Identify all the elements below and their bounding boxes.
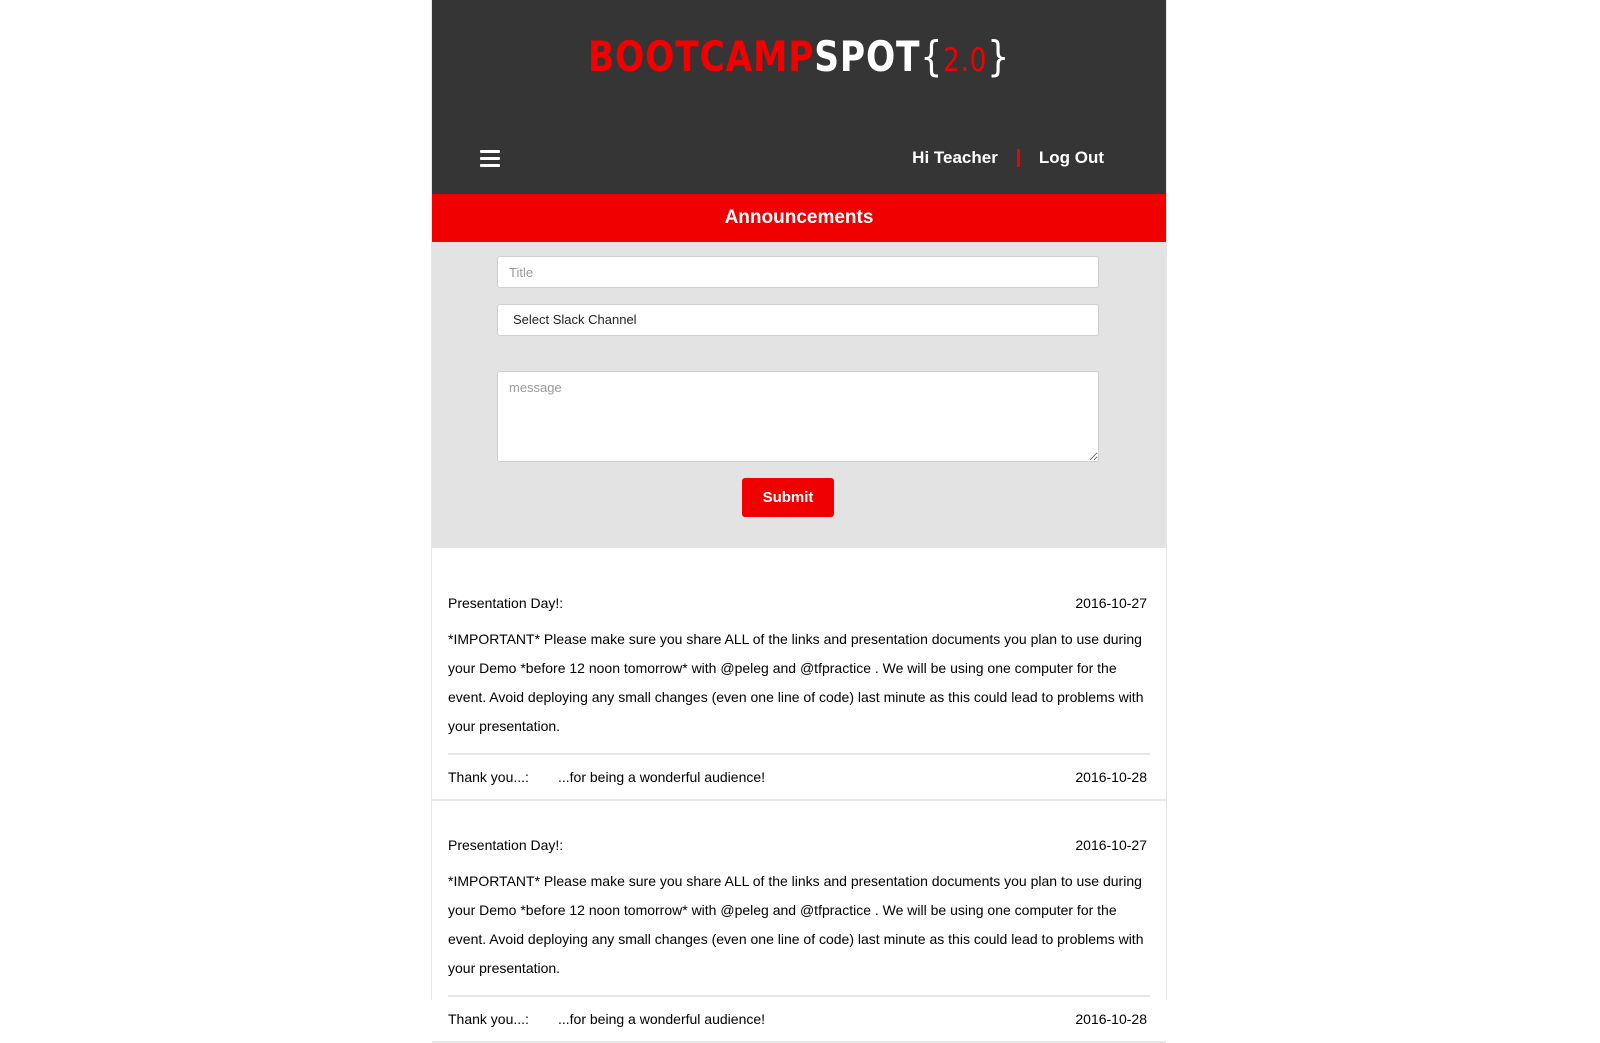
slack-channel-select-value: Select Slack Channel (513, 312, 637, 327)
announcement-list: Presentation Day!: 2016-10-27 *IMPORTANT… (432, 548, 1166, 1043)
app-page: BOOTCAMPSPOT{2.0} Hi Teacher Log Out Ann… (431, 0, 1167, 1043)
hamburger-line (480, 150, 500, 153)
announcement-message: ...for being a wonderful audience! (558, 1011, 766, 1027)
announcement-date: 2016-10-27 (1075, 837, 1147, 853)
announcement-message: ...for being a wonderful audience! (558, 769, 766, 785)
slack-channel-select[interactable]: Select Slack Channel (497, 304, 1099, 336)
page-title: Announcements (724, 207, 874, 228)
announcement-body: *IMPORTANT* Please make sure you share A… (448, 867, 1150, 997)
greeting-text: Hi Teacher (912, 148, 998, 167)
announcement-date: 2016-10-28 (1075, 1011, 1147, 1027)
announcement-form: Select Slack Channel Submit (432, 242, 1166, 548)
announcement-row[interactable]: Thank you...: ...for being a wonderful a… (432, 755, 1166, 801)
announcement-title: Presentation Day!: (448, 837, 564, 853)
message-textarea[interactable] (497, 371, 1099, 462)
title-input[interactable] (497, 256, 1099, 288)
site-header: BOOTCAMPSPOT{2.0} Hi Teacher Log Out (432, 0, 1166, 194)
announcement-date: 2016-10-28 (1075, 769, 1147, 785)
hamburger-menu-icon[interactable] (480, 150, 500, 168)
brand-logo-bootcamp: BOOTCAMP (587, 32, 815, 81)
announcement-header: Presentation Day!: 2016-10-27 (432, 835, 1166, 855)
section-title-bar: Announcements (432, 194, 1166, 242)
nav-divider (1016, 149, 1020, 167)
submit-button[interactable]: Submit (742, 478, 834, 517)
brand-logo[interactable]: BOOTCAMPSPOT{2.0} (498, 32, 1100, 85)
brand-logo-version: 2.0 (943, 41, 988, 79)
user-nav: Hi Teacher Log Out (912, 148, 1104, 168)
hamburger-line (480, 157, 500, 160)
announcement-date: 2016-10-27 (1075, 595, 1147, 611)
announcement-title: Thank you...: (448, 1011, 529, 1027)
announcement-title: Thank you...: (448, 769, 529, 785)
announcement-row[interactable]: Thank you...: ...for being a wonderful a… (432, 997, 1166, 1043)
announcement-group: Presentation Day!: 2016-10-27 *IMPORTANT… (432, 548, 1166, 801)
logout-link[interactable]: Log Out (1039, 148, 1104, 168)
hamburger-line (480, 164, 500, 167)
brand-logo-brace-close: } (987, 32, 1011, 81)
announcement-group: Presentation Day!: 2016-10-27 *IMPORTANT… (432, 801, 1166, 1043)
brand-logo-spot: SPOT (814, 32, 921, 81)
announcement-title: Presentation Day!: (448, 595, 564, 611)
announcement-body: *IMPORTANT* Please make sure you share A… (448, 625, 1150, 755)
announcement-header: Presentation Day!: 2016-10-27 (432, 593, 1166, 613)
brand-logo-brace-open: { (920, 32, 944, 81)
